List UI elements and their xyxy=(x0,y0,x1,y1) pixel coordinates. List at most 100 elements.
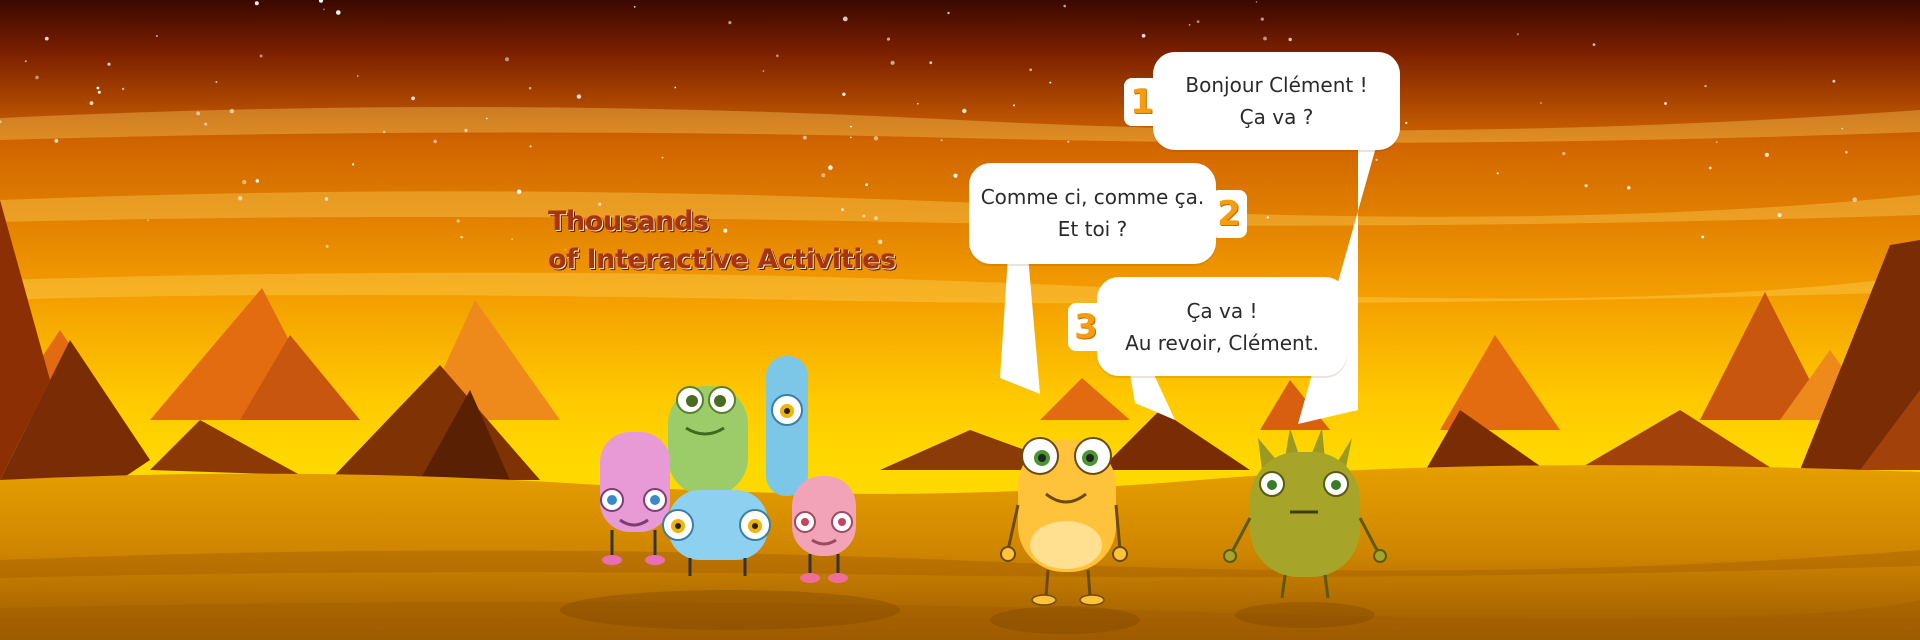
bubble-1-line-1: Bonjour Clément ! xyxy=(1185,73,1368,97)
star xyxy=(917,102,919,105)
star xyxy=(1266,216,1270,219)
star xyxy=(259,54,263,58)
speech-bubble-2: Comme ci, comme ça. Et toi ? xyxy=(969,163,1216,264)
star xyxy=(1375,158,1378,161)
star xyxy=(357,75,359,77)
star xyxy=(1063,4,1066,8)
star xyxy=(828,165,833,170)
headline-line-1: Thousands xyxy=(548,206,709,237)
star xyxy=(1067,140,1070,143)
star xyxy=(728,21,732,25)
star xyxy=(196,111,201,116)
star xyxy=(323,8,325,11)
bubble-3-line-2: Au revoir, Clément. xyxy=(1125,331,1319,355)
star xyxy=(890,60,895,65)
star xyxy=(674,86,677,89)
star xyxy=(1260,17,1264,21)
star xyxy=(929,61,933,65)
banner-scene: Thousands of Interactive Activities Bonj… xyxy=(0,0,1920,640)
star xyxy=(351,163,355,166)
star xyxy=(1188,24,1191,26)
star xyxy=(633,6,636,8)
star xyxy=(940,139,943,142)
star xyxy=(325,244,329,248)
star xyxy=(1013,104,1015,107)
bubble-1-line-2: Ça va ? xyxy=(1239,105,1314,129)
star xyxy=(1496,172,1499,175)
star xyxy=(336,10,341,15)
star xyxy=(850,125,852,128)
star xyxy=(865,183,868,186)
star xyxy=(1141,33,1146,38)
star xyxy=(242,179,247,185)
star xyxy=(1049,81,1052,84)
star xyxy=(254,1,259,6)
star xyxy=(1708,166,1712,170)
star xyxy=(821,173,826,178)
star xyxy=(229,108,235,114)
star xyxy=(1592,43,1596,46)
star xyxy=(1255,1,1258,3)
star xyxy=(35,75,39,80)
star xyxy=(1516,33,1519,36)
star xyxy=(1584,184,1588,188)
bubble-2-line-2: Et toi ? xyxy=(1057,217,1128,241)
star xyxy=(204,122,208,126)
star xyxy=(238,196,243,201)
headline: Thousands of Interactive Activities xyxy=(548,203,968,279)
star xyxy=(505,57,509,62)
step-number-1: 1 xyxy=(1124,78,1160,126)
star xyxy=(1764,152,1769,157)
star xyxy=(1029,68,1033,72)
star xyxy=(1832,79,1836,83)
star xyxy=(411,96,415,101)
star xyxy=(1715,141,1718,144)
star xyxy=(24,60,27,63)
star xyxy=(1263,36,1267,41)
star xyxy=(147,219,150,222)
star xyxy=(528,86,532,90)
star xyxy=(1704,84,1707,88)
step-number-3: 3 xyxy=(1068,303,1104,351)
star xyxy=(850,136,852,139)
speech-bubble-1: Bonjour Clément ! Ça va ? xyxy=(1153,52,1400,150)
star xyxy=(107,62,111,66)
star xyxy=(873,136,879,141)
green-monster xyxy=(668,386,748,496)
star xyxy=(382,130,386,134)
star xyxy=(953,173,958,178)
star xyxy=(1562,151,1566,156)
star xyxy=(1852,197,1857,202)
desert-planet-background xyxy=(0,0,1920,640)
star xyxy=(1845,151,1848,154)
star xyxy=(1405,121,1408,125)
star xyxy=(96,86,100,90)
star xyxy=(1841,127,1844,130)
speech-bubble-3: Ça va ! Au revoir, Clément. xyxy=(1097,277,1347,376)
star xyxy=(155,35,158,37)
star xyxy=(1627,186,1631,190)
blue-tall-monster xyxy=(766,356,808,496)
star xyxy=(1196,20,1200,23)
star xyxy=(54,139,59,143)
star xyxy=(89,101,94,105)
star xyxy=(886,37,891,41)
headline-line-2: of Interactive Activities xyxy=(548,244,896,275)
star xyxy=(776,54,779,58)
star xyxy=(1777,213,1782,218)
star xyxy=(576,94,582,99)
star xyxy=(962,108,967,114)
star xyxy=(803,135,807,140)
star xyxy=(255,179,259,183)
star xyxy=(529,145,532,148)
star xyxy=(762,70,765,72)
star xyxy=(215,81,218,83)
bubble-2-line-1: Comme ci, comme ça. xyxy=(980,185,1205,209)
star xyxy=(1540,102,1542,104)
star xyxy=(456,219,460,223)
star xyxy=(842,92,846,97)
star xyxy=(1288,37,1292,42)
star xyxy=(460,236,463,239)
star xyxy=(97,90,101,94)
star xyxy=(485,117,488,120)
